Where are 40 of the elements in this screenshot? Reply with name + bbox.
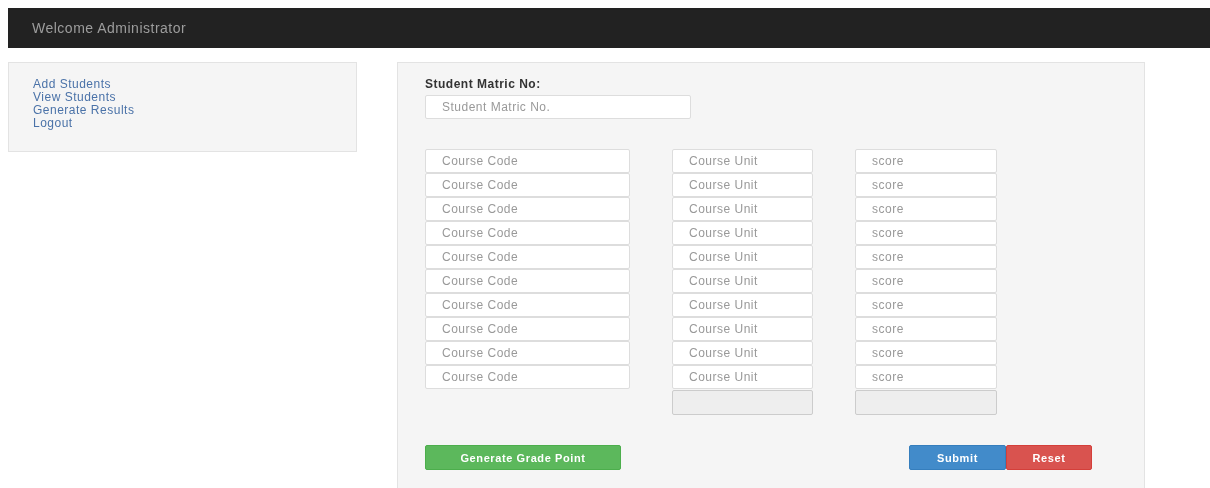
course-unit-field[interactable]: Course Unit (672, 317, 813, 341)
submit-button[interactable]: Submit (909, 445, 1006, 470)
score-field[interactable]: score (855, 173, 997, 197)
course-unit-field[interactable]: Course Unit (672, 293, 813, 317)
course-unit-field[interactable]: Course Unit (672, 221, 813, 245)
score-field[interactable]: score (855, 221, 997, 245)
score-field[interactable]: score (855, 317, 997, 341)
course-unit-field[interactable]: Course Unit (672, 173, 813, 197)
score-field[interactable]: score (855, 245, 997, 269)
course-unit-field[interactable]: Course Unit (672, 341, 813, 365)
reset-button[interactable]: Reset (1006, 445, 1092, 470)
score-field[interactable]: score (855, 269, 997, 293)
sidebar-link[interactable]: Logout (33, 117, 73, 130)
course-code-field[interactable]: Course Code (425, 149, 630, 173)
score-field[interactable]: score (855, 293, 997, 317)
course-unit-field[interactable]: Course Unit (672, 269, 813, 293)
course-code-field[interactable]: Course Code (425, 341, 630, 365)
course-unit-field[interactable]: Course Unit (672, 245, 813, 269)
course-code-field[interactable]: Course Code (425, 365, 630, 389)
course-code-field[interactable]: Course Code (425, 245, 630, 269)
course-code-field[interactable]: Course Code (425, 269, 630, 293)
course-code-field[interactable]: Course Code (425, 173, 630, 197)
sidebar-link[interactable]: View Students (33, 91, 116, 104)
course-unit-field[interactable]: Course Unit (672, 197, 813, 221)
generate-button[interactable]: Generate Grade Point (425, 445, 621, 470)
course-unit-field[interactable]: Course Unit (672, 365, 813, 389)
course-code-field[interactable]: Course Code (425, 221, 630, 245)
course-code-field[interactable]: Course Code (425, 197, 630, 221)
course-code-field[interactable]: Course Code (425, 317, 630, 341)
welcome-title: Welcome Administrator (32, 20, 187, 36)
sidebar-link[interactable]: Generate Results (33, 104, 135, 117)
sidebar-link[interactable]: Add Students (33, 78, 112, 91)
score-field[interactable]: score (855, 197, 997, 221)
score-field[interactable]: score (855, 365, 997, 389)
field-label: Student Matric No: (425, 77, 541, 91)
score-field[interactable]: score (855, 341, 997, 365)
course-code-field[interactable]: Course Code (425, 293, 630, 317)
matric-input-field[interactable]: Student Matric No. (425, 95, 691, 119)
course-unit-field[interactable]: Course Unit (672, 149, 813, 173)
score-field[interactable]: score (855, 149, 997, 173)
